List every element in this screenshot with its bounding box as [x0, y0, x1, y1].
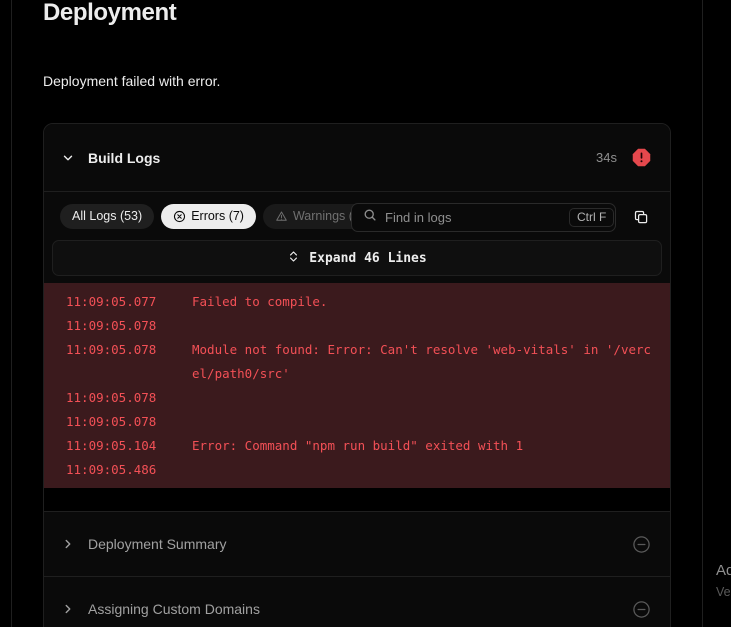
copy-icon[interactable] — [630, 206, 652, 228]
log-timestamp: 11:09:05.078 — [66, 318, 157, 333]
log-line: 11:09:05.104 Error: Command "npm run bui… — [44, 434, 670, 458]
error-octagon-icon — [631, 147, 652, 168]
logs-toolbar: All Logs (53) Errors (7) Warnings (0 Fin… — [44, 192, 670, 240]
page-subtitle: Deployment failed with error. — [43, 73, 221, 89]
section-deployment-summary-label: Deployment Summary — [88, 536, 227, 552]
build-logs-card: Build Logs 34s All Logs (53) Errors (7) … — [43, 123, 671, 627]
filter-chip-errors-label: Errors (7) — [191, 209, 244, 223]
log-filter-chips: All Logs (53) Errors (7) Warnings (0 — [60, 203, 372, 229]
log-line: 11:09:05.486 — [44, 458, 670, 482]
search-input[interactable] — [385, 210, 561, 225]
chevron-up-down-icon — [287, 249, 300, 268]
right-panel-subtitle: Ve — [716, 585, 731, 599]
log-timestamp: 11:09:05.078 — [66, 390, 157, 405]
log-message — [192, 386, 656, 410]
build-duration: 34s — [596, 150, 617, 165]
log-message: Failed to compile. — [192, 294, 328, 309]
log-timestamp: 11:09:05.078 — [66, 342, 157, 357]
log-message — [192, 458, 656, 482]
build-logs-title: Build Logs — [88, 149, 161, 166]
log-message: Module not found: Error: Can't resolve '… — [192, 342, 652, 381]
section-assigning-custom-domains-label: Assigning Custom Domains — [88, 601, 260, 617]
chevron-right-icon[interactable] — [60, 601, 76, 617]
log-timestamp: 11:09:05.078 — [66, 414, 157, 429]
log-message — [192, 314, 656, 338]
log-line: 11:09:05.078 Module not found: Error: Ca… — [44, 338, 670, 386]
log-timestamp: 11:09:05.077 — [66, 294, 157, 309]
right-panel-title: Ad — [716, 562, 731, 579]
x-circle-icon — [173, 210, 186, 223]
content-container: Deployment Deployment failed with error.… — [12, 0, 702, 627]
filter-chip-all-logs-label: All Logs (53) — [72, 209, 143, 223]
minus-circle-icon — [630, 598, 652, 620]
chevron-down-icon[interactable] — [60, 150, 76, 166]
section-deployment-summary[interactable]: Deployment Summary — [44, 511, 670, 576]
search-shortcut-badge: Ctrl F — [569, 208, 615, 227]
log-line: 11:09:05.078 — [44, 410, 670, 434]
chevron-right-icon[interactable] — [60, 536, 76, 552]
filter-chip-errors[interactable]: Errors (7) — [161, 203, 256, 229]
filter-chip-all-logs[interactable]: All Logs (53) — [60, 203, 155, 229]
warning-triangle-icon — [275, 210, 288, 223]
right-side-panel: Ad Ve — [704, 0, 731, 627]
expand-lines-label: Expand 46 Lines — [309, 250, 427, 266]
log-message: Error: Command "npm run build" exited wi… — [192, 438, 524, 453]
log-line: 11:09:05.077 Failed to compile. — [44, 290, 670, 314]
log-line: 11:09:05.078 — [44, 386, 670, 410]
log-scroll-track[interactable] — [44, 488, 670, 511]
log-line: 11:09:05.078 — [44, 314, 670, 338]
log-message — [192, 410, 656, 434]
expand-lines-button[interactable]: Expand 46 Lines — [52, 240, 662, 276]
build-logs-header[interactable]: Build Logs 34s — [44, 124, 670, 192]
log-search-box[interactable]: Ctrl F — [351, 203, 616, 232]
log-timestamp: 11:09:05.486 — [66, 462, 157, 477]
filter-chip-warnings-label: Warnings (0 — [292, 209, 360, 223]
search-icon — [363, 208, 377, 227]
section-assigning-custom-domains[interactable]: Assigning Custom Domains — [44, 576, 670, 627]
minus-circle-icon — [630, 533, 652, 555]
expand-lines-container: Expand 46 Lines — [44, 240, 670, 283]
deployment-main-panel: Deployment Deployment failed with error.… — [11, 0, 703, 627]
log-timestamp: 11:09:05.104 — [66, 438, 157, 453]
page-title: Deployment — [43, 0, 177, 26]
log-output[interactable]: 11:09:05.077 Failed to compile. 11:09:05… — [44, 283, 670, 488]
build-logs-header-right: 34s — [596, 147, 652, 168]
